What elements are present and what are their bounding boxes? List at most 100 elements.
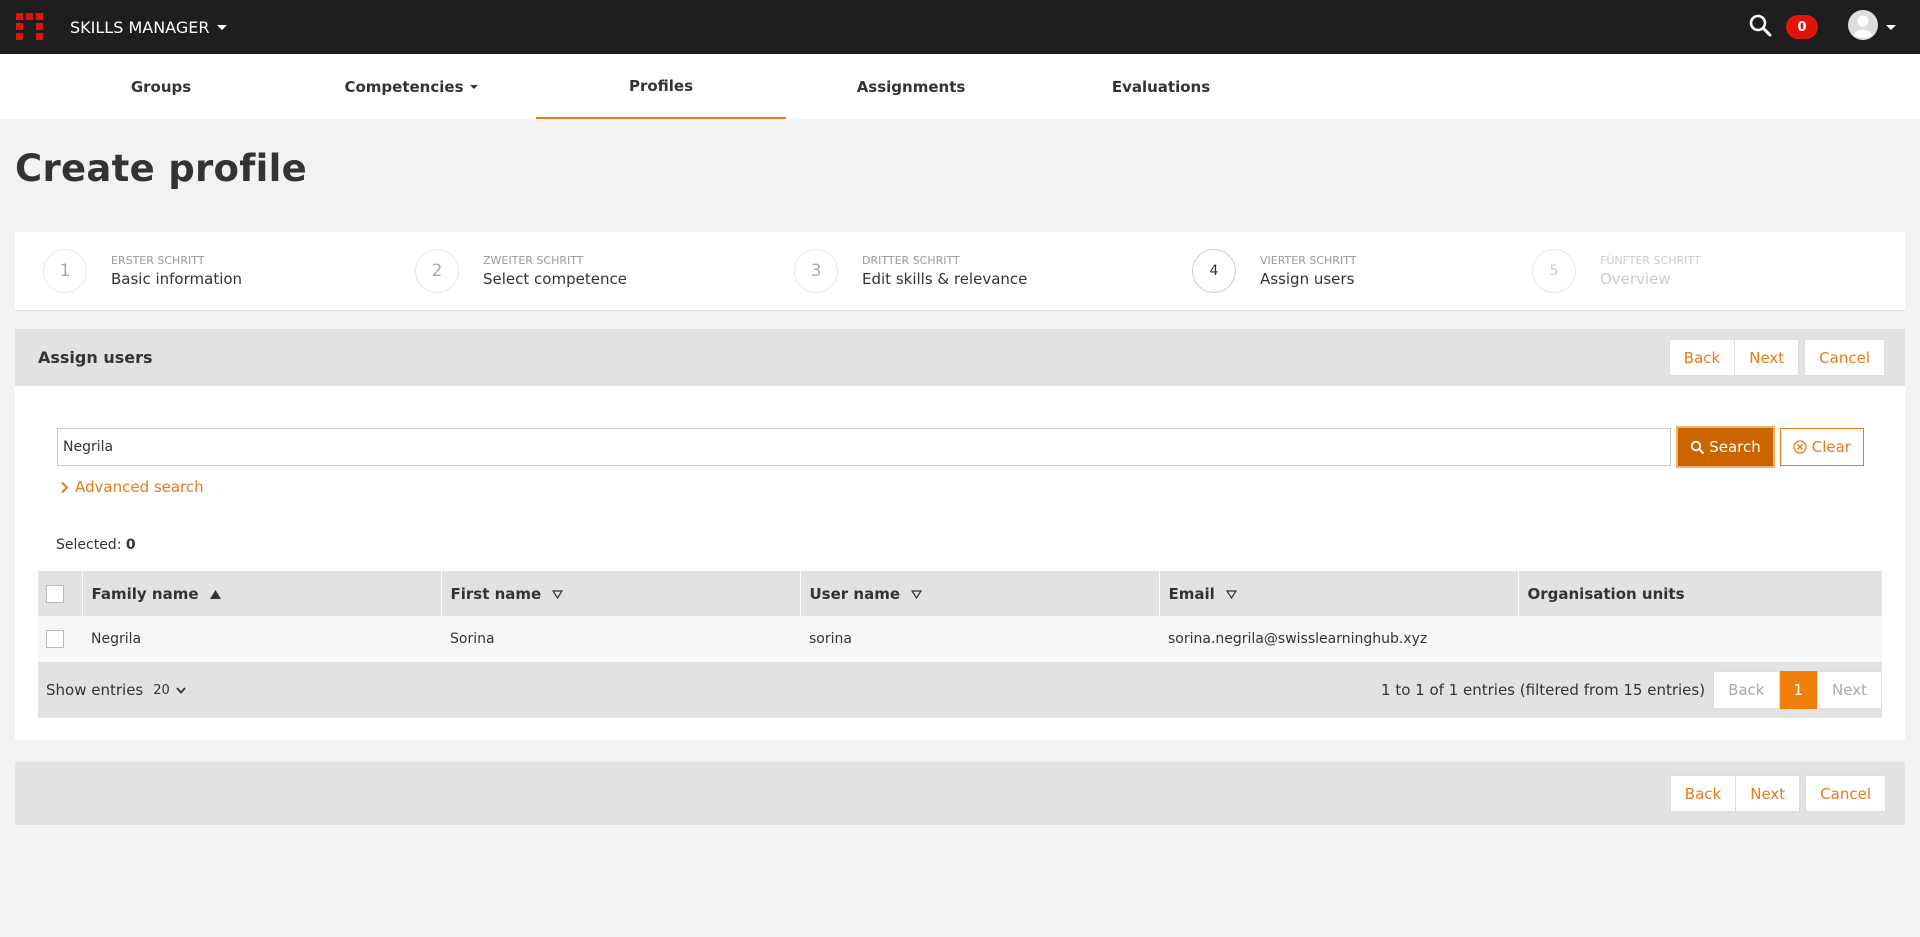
nav-evaluations-label: Evaluations — [1111, 77, 1211, 96]
step-label: Assign users — [1260, 270, 1355, 288]
col-org-units-label: Organisation units — [1527, 584, 1685, 603]
col-user-name-label: User name — [809, 584, 901, 603]
table-footer: Show entries 20 1 to 1 of 1 entries (fil… — [38, 662, 1882, 718]
back-button[interactable]: Back — [1669, 775, 1737, 812]
step-label: Edit skills & relevance — [862, 270, 1028, 288]
step-caption: ERSTER SCHRITT — [111, 254, 205, 267]
col-family-name[interactable]: Family name — [81, 571, 441, 616]
col-org-units: Organisation units — [1517, 571, 1882, 616]
nav-assignments[interactable]: Assignments — [786, 54, 1036, 119]
clear-icon — [1793, 440, 1807, 454]
pagination-next[interactable]: Next — [1817, 671, 1882, 709]
wizard-stepper: 1 ERSTER SCHRITT Basic information 2 ZWEI… — [15, 232, 1905, 311]
page-size-value: 20 — [153, 682, 170, 698]
panel-header: Assign users Back Next Cancel — [15, 329, 1905, 386]
table-header-row: Family name First name User name Email O… — [38, 571, 1882, 616]
back-button[interactable]: Back — [1668, 339, 1736, 376]
notification-badge[interactable]: 0 — [1786, 15, 1818, 39]
table-row[interactable]: Negrila Sorina sorina sorina.negrila@swi… — [38, 616, 1882, 662]
sort-icon — [1226, 589, 1238, 599]
pagination: Back 1 Next — [1713, 671, 1882, 709]
app-name: SKILLS MANAGER — [70, 17, 210, 37]
search-icon[interactable] — [1748, 13, 1772, 41]
main-nav: Groups Competencies Profiles Assignments… — [0, 54, 1920, 119]
nav-profiles-label: Profiles — [628, 76, 694, 95]
search-icon — [1691, 440, 1705, 454]
step-label: Basic information — [111, 270, 243, 288]
selected-count: Selected: 0 — [56, 537, 1882, 553]
row-select-cell — [38, 616, 82, 662]
col-first-name[interactable]: First name — [440, 571, 800, 616]
step-number: 3 — [794, 249, 838, 293]
app-logo-icon[interactable] — [16, 13, 44, 41]
row-checkbox[interactable] — [46, 630, 64, 648]
step-number: 2 — [415, 249, 459, 293]
pagination-back[interactable]: Back — [1713, 671, 1780, 709]
nav-groups-label: Groups — [130, 77, 192, 96]
step-label: Overview — [1600, 270, 1671, 288]
cancel-button[interactable]: Cancel — [1804, 339, 1885, 376]
app-switcher[interactable]: SKILLS MANAGER — [70, 17, 228, 37]
chevron-right-icon — [61, 481, 69, 493]
nav-competencies-label: Competencies — [344, 77, 464, 96]
col-first-name-label: First name — [450, 584, 542, 603]
nav-assignments-label: Assignments — [856, 77, 966, 96]
pagination-page-1[interactable]: 1 — [1779, 671, 1818, 709]
user-menu[interactable] — [1848, 10, 1896, 44]
selected-label: Selected: — [56, 537, 122, 553]
step-1[interactable]: 1 ERSTER SCHRITT Basic information — [43, 249, 415, 293]
cell-user-name: sorina — [809, 631, 852, 647]
col-family-name-label: Family name — [91, 584, 199, 603]
col-email[interactable]: Email — [1158, 571, 1518, 616]
caret-down-icon — [1886, 24, 1896, 30]
next-button[interactable]: Next — [1735, 339, 1800, 376]
col-email-label: Email — [1168, 584, 1215, 603]
search-input[interactable] — [57, 428, 1672, 466]
advanced-search-toggle[interactable]: Advanced search — [60, 478, 204, 496]
step-caption: ZWEITER SCHRITT — [483, 254, 584, 267]
nav-profiles[interactable]: Profiles — [536, 54, 786, 119]
avatar-icon — [1848, 10, 1878, 44]
search-button-label: Search — [1709, 438, 1761, 456]
col-user-name[interactable]: User name — [799, 571, 1159, 616]
cell-family-name: Negrila — [91, 631, 142, 647]
step-4[interactable]: 4 VIERTER SCHRITT Assign users — [1192, 249, 1532, 293]
show-entries-label: Show entries — [46, 681, 144, 699]
chevron-down-icon — [176, 686, 186, 694]
step-caption: DRITTER SCHRITT — [862, 254, 960, 267]
clear-button-label: Clear — [1811, 438, 1851, 456]
step-number: 5 — [1532, 249, 1576, 293]
step-3[interactable]: 3 DRITTER SCHRITT Edit skills & relevance — [794, 249, 1192, 293]
sort-icon — [552, 589, 564, 599]
cell-first-name: Sorina — [450, 631, 495, 647]
panel-footer: Back Next Cancel — [15, 762, 1905, 825]
advanced-search-label: Advanced search — [75, 478, 204, 496]
selected-value: 0 — [125, 537, 136, 553]
sort-icon — [911, 589, 923, 599]
nav-groups[interactable]: Groups — [36, 54, 286, 119]
select-all-cell — [38, 571, 82, 616]
panel-title: Assign users — [38, 348, 153, 367]
caret-down-icon — [469, 84, 478, 89]
step-5: 5 FÜNFTER SCHRITT Overview — [1532, 249, 1701, 293]
page-size-select[interactable]: 20 — [153, 683, 186, 698]
step-number: 1 — [43, 249, 87, 293]
cell-email: sorina.negrila@swisslearninghub.xyz — [1168, 631, 1428, 647]
users-table: Family name First name User name Email O… — [38, 571, 1882, 662]
cancel-button[interactable]: Cancel — [1805, 775, 1886, 812]
search-button[interactable]: Search — [1676, 426, 1775, 468]
nav-evaluations[interactable]: Evaluations — [1036, 54, 1286, 119]
select-all-checkbox[interactable] — [46, 584, 64, 603]
sort-asc-icon — [209, 589, 221, 599]
page-title: Create profile — [15, 147, 308, 190]
nav-competencies[interactable]: Competencies — [286, 54, 536, 119]
pagination-info: 1 to 1 of 1 entries (filtered from 15 en… — [1381, 681, 1706, 699]
step-number: 4 — [1192, 249, 1236, 293]
next-button[interactable]: Next — [1736, 775, 1801, 812]
step-2[interactable]: 2 ZWEITER SCHRITT Select competence — [415, 249, 794, 293]
caret-down-icon — [217, 24, 228, 30]
step-caption: VIERTER SCHRITT — [1260, 254, 1357, 267]
panel-body: Search Clear Advanced search Selected: 0… — [15, 386, 1905, 740]
clear-button[interactable]: Clear — [1779, 428, 1864, 466]
step-caption: FÜNFTER SCHRITT — [1600, 254, 1701, 267]
